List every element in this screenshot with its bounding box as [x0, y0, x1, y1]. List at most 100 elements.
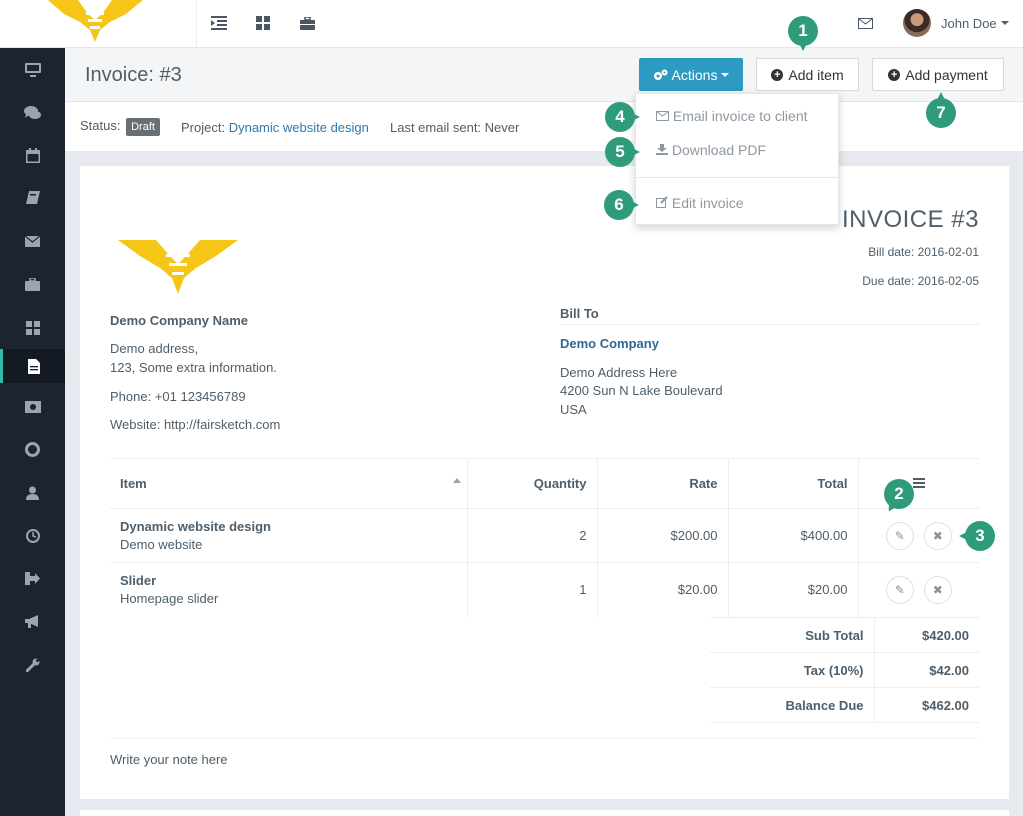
column-total[interactable]: Total [727, 458, 858, 509]
callout-4: 4 [605, 102, 640, 132]
column-rate[interactable]: Rate [596, 458, 728, 509]
rate-cell: $20.00 [596, 562, 728, 617]
last-email-info: Last email sent: Never [390, 120, 520, 135]
company-logo [118, 240, 238, 294]
bill-to-divider [560, 324, 980, 325]
user-menu[interactable]: John Doe [903, 9, 1009, 37]
callout-2: 2 [884, 479, 914, 509]
envelope-icon [25, 236, 40, 247]
edit-icon [656, 196, 668, 208]
subtotal-label: Sub Total [710, 617, 874, 653]
column-quantity[interactable]: Quantity [466, 458, 597, 509]
edit-item-button[interactable]: ✎ [885, 521, 914, 550]
actions-label: Actions [671, 66, 718, 83]
bill-to-line-1: Demo Address Here [560, 365, 678, 380]
project-link[interactable]: Dynamic website design [229, 120, 369, 135]
subtotal-row: Sub Total $420.00 [710, 617, 979, 653]
bill-to-line-2: 4200 Sun N Lake Boulevard [560, 383, 723, 398]
sidebar [0, 48, 65, 816]
status-bar: Status: Draft Project: Dynamic website d… [65, 102, 1023, 151]
briefcase-icon[interactable] [297, 13, 317, 33]
sidebar-item-payments[interactable] [0, 385, 65, 428]
download-pdf-label: Download PDF [671, 142, 767, 158]
subtotal-value: $420.00 [873, 617, 979, 653]
sort-up-icon [452, 478, 461, 483]
money-icon [24, 400, 41, 413]
item-cell: Dynamic website design Demo website [110, 508, 467, 563]
logo-area[interactable] [0, 0, 197, 48]
actions-button[interactable]: Actions [639, 58, 743, 91]
column-item[interactable]: Item [110, 458, 467, 509]
add-item-button[interactable]: + Add item [756, 58, 859, 91]
edit-item-button[interactable]: ✎ [885, 575, 914, 604]
project-info: Project: Dynamic website design [181, 120, 369, 135]
email-invoice-item[interactable]: Email invoice to client [656, 108, 808, 124]
tax-row: Tax (10%) $42.00 [710, 652, 979, 688]
row-actions: ✎ ✖ [857, 562, 979, 617]
sidebar-item-projects[interactable] [0, 263, 65, 306]
sidebar-item-team[interactable] [0, 471, 65, 514]
sidebar-item-notes[interactable] [0, 177, 65, 220]
table-row: Dynamic website design Demo website 2 $2… [110, 508, 979, 563]
sidebar-item-invoices[interactable] [0, 349, 65, 383]
sidebar-item-settings[interactable] [0, 643, 65, 686]
totals-table: Sub Total $420.00 Tax (10%) $42.00 Balan… [710, 617, 979, 723]
sidebar-item-events[interactable] [0, 134, 65, 177]
bill-to-company[interactable]: Demo Company [560, 336, 659, 351]
comments-icon [24, 105, 41, 119]
download-icon [656, 144, 668, 155]
quantity-cell: 1 [466, 562, 597, 617]
rate-cell: $200.00 [596, 508, 728, 563]
user-icon [26, 486, 39, 500]
sidebar-item-announcements[interactable] [0, 600, 65, 643]
grid-icon[interactable] [253, 13, 273, 33]
sidebar-item-modules[interactable] [0, 306, 65, 349]
invoice-note[interactable]: Write your note here [110, 752, 228, 767]
file-icon [28, 358, 40, 374]
logo-icon [48, 0, 143, 42]
edit-invoice-item[interactable]: Edit invoice [656, 195, 743, 211]
delete-item-button[interactable]: ✖ [923, 521, 952, 550]
add-payment-button[interactable]: + Add payment [872, 58, 1004, 91]
edit-invoice-label: Edit invoice [671, 195, 744, 211]
book-icon [25, 191, 40, 204]
invoice-title: INVOICE #3 [841, 206, 979, 233]
balance-value: $462.00 [873, 687, 979, 723]
table-row: Slider Homepage slider 1 $20.00 $20.00 ✎… [110, 562, 979, 617]
invoice-items-table: Item Quantity Rate Total Dynamic website… [110, 458, 979, 617]
sidebar-item-support[interactable] [0, 428, 65, 471]
item-cell: Slider Homepage slider [110, 562, 467, 617]
add-payment-label: Add payment [905, 66, 988, 83]
sidebar-item-dashboard[interactable] [0, 48, 65, 91]
table-header-row: Item Quantity Rate Total [110, 458, 979, 509]
total-cell: $20.00 [727, 562, 858, 617]
envelope-icon [656, 111, 669, 121]
envelope-icon[interactable] [855, 13, 875, 33]
life-ring-icon [25, 442, 40, 457]
desktop-icon [24, 62, 41, 77]
grid-icon [25, 320, 40, 335]
callout-7: 7 [926, 92, 956, 128]
project-label: Project: [181, 120, 226, 135]
download-pdf-item[interactable]: Download PDF [656, 142, 766, 158]
email-invoice-label: Email invoice to client [672, 108, 808, 124]
tax-label: Tax (10%) [710, 652, 874, 688]
page-title: Invoice: #3 [85, 64, 182, 86]
page-header: Invoice: #3 Actions + Add item + Add pay… [65, 48, 1023, 102]
delete-item-button[interactable]: ✖ [923, 575, 952, 604]
wrench-icon [25, 658, 39, 672]
sidebar-item-messages[interactable] [0, 91, 65, 134]
sidebar-item-timecards[interactable] [0, 514, 65, 557]
plus-circle-icon: + [771, 68, 784, 81]
sign-out-icon [25, 572, 40, 585]
column-item-label: Item [120, 476, 147, 491]
bill-to-line-3: USA [560, 402, 587, 417]
indent-icon[interactable] [209, 13, 229, 33]
user-name: John Doe [941, 15, 997, 31]
tax-value: $42.00 [873, 652, 979, 688]
sidebar-item-leave[interactable] [0, 557, 65, 600]
item-name: Slider [120, 573, 157, 589]
column-options[interactable] [857, 458, 979, 509]
actions-dropdown-menu: Email invoice to client Download PDF Edi… [635, 93, 840, 225]
sidebar-item-email[interactable] [0, 220, 65, 263]
